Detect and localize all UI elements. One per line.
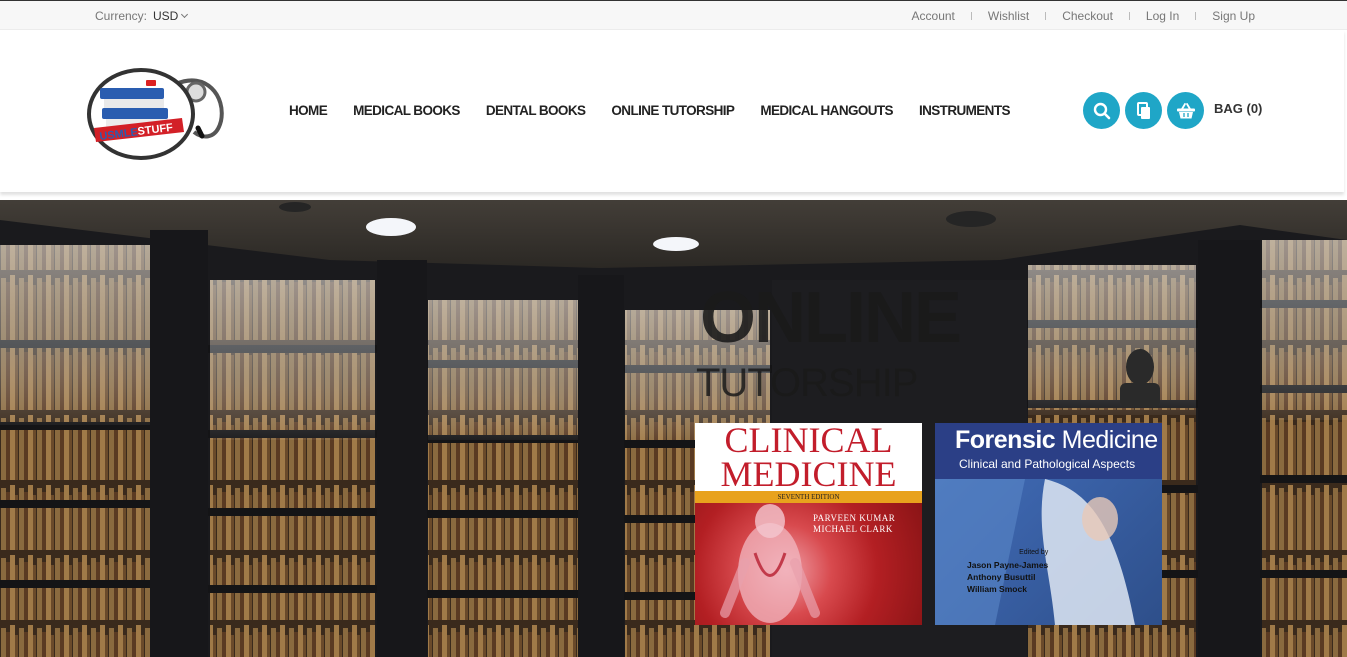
hero-subtitle: TUTORSHIP [696,361,918,405]
book2-title-a: Forensic [955,426,1056,454]
book2-title: Forensic Medicine [955,426,1158,455]
currency-label: Currency: [95,9,148,23]
book1-title-line2: MEDICINE [720,454,897,494]
hero-title: ONLINE [700,278,962,358]
book2-edited-by: Edited by [1019,549,1049,556]
account-link[interactable]: Account [912,9,955,23]
search-button[interactable] [1083,92,1120,129]
compare-icon [1136,101,1150,119]
divider [1128,12,1130,20]
book1-author: PARVEEN KUMAR [813,513,896,523]
currency-value[interactable]: USD [153,9,189,23]
currency-value-text: USD [153,9,179,23]
book2-title-b: Medicine [1061,426,1159,454]
account-links: Account Wishlist Checkout Log In Sign Up [912,9,1255,23]
search-icon [1093,102,1110,119]
book1-authors: PARVEEN KUMAR MICHAEL CLARK [813,513,895,535]
hero-banner: ONLINE TUTORSHIP CLINICAL MEDICINE SEVEN… [0,200,1347,657]
signup-link[interactable]: Sign Up [1212,9,1255,23]
nav-home[interactable]: HOME [289,103,328,118]
book1-author: MICHAEL CLARK [813,524,893,534]
book-cover-clinical-medicine[interactable]: CLINICAL MEDICINE SEVENTH EDITION PARVEE… [695,423,922,625]
site-logo[interactable]: USMLE STUFF [86,66,228,161]
header-actions [1083,92,1204,129]
basket-icon [1176,102,1195,118]
book2-authors: Edited by Jason Payne-James Anthony Busu… [967,547,1048,595]
book-cover-forensic-medicine[interactable]: Forensic Medicine Clinical and Pathologi… [935,423,1162,625]
top-bar: Currency: USD Account Wishlist Checkout … [0,0,1347,30]
book2-author: Jason Payne-James [967,560,1049,570]
book2-author: William Smock [967,584,1027,594]
nav-medical-hangouts[interactable]: MEDICAL HANGOUTS [760,103,893,118]
nav-instruments[interactable]: INSTRUMENTS [919,103,1011,118]
chevron-down-icon [181,10,189,19]
checkout-link[interactable]: Checkout [1062,9,1113,23]
nav-medical-books[interactable]: MEDICAL BOOKS [353,103,460,118]
bag-count[interactable]: BAG (0) [1214,101,1262,116]
main-nav: HOME MEDICAL BOOKS DENTAL BOOKS ONLINE T… [289,103,1036,118]
book1-title-line1: CLINICAL [724,423,893,460]
nav-online-tutorship[interactable]: ONLINE TUTORSHIP [611,103,735,118]
compare-button[interactable] [1125,92,1162,129]
nav-dental-books[interactable]: DENTAL BOOKS [486,103,586,118]
book2-author: Anthony Busuttil [967,572,1036,582]
book2-subtitle: Clinical and Pathological Aspects [959,457,1136,471]
divider [1045,12,1047,20]
divider [970,12,972,20]
cart-button[interactable] [1167,92,1204,129]
divider [1195,12,1197,20]
wishlist-link[interactable]: Wishlist [988,9,1029,23]
currency-selector[interactable]: Currency: USD [95,9,189,23]
book1-edition: SEVENTH EDITION [777,493,840,501]
site-header: USMLE STUFF HOME MEDICAL BOOKS DENTAL BO… [0,30,1344,192]
login-link[interactable]: Log In [1146,9,1179,23]
